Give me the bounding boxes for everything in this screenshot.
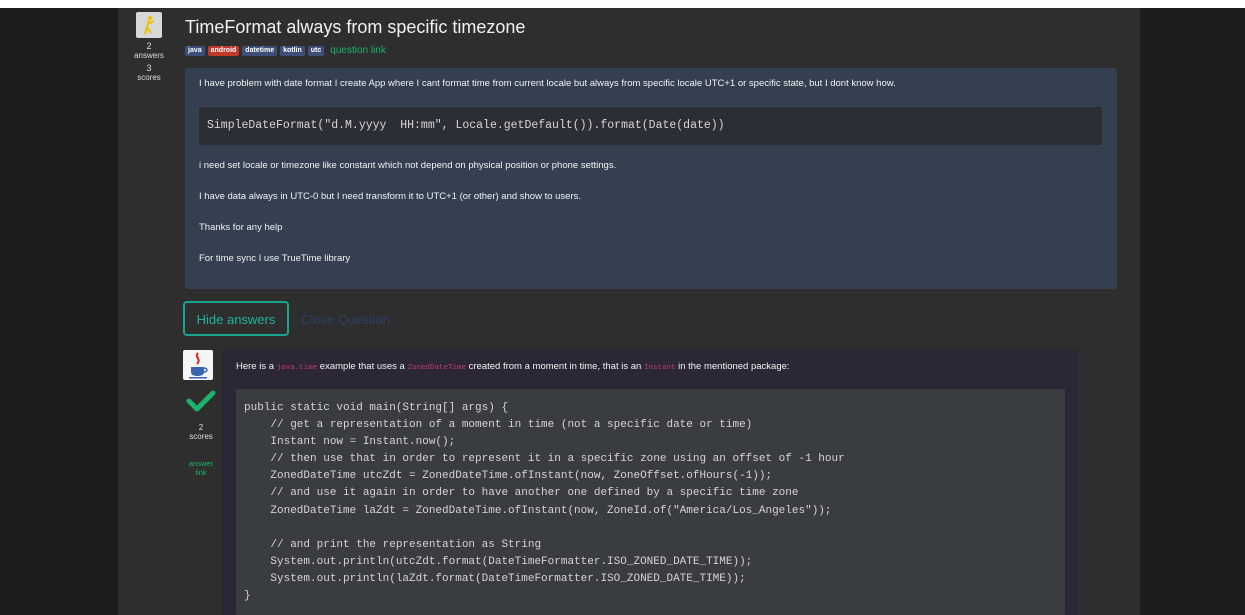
question-paragraph: Thanks for any help — [199, 222, 283, 233]
question-code: SimpleDateFormat("d.M.yyyy HH:mm", Local… — [207, 119, 725, 132]
close-question-button[interactable]: Close Question — [301, 312, 390, 327]
answer-link[interactable]: answer link — [183, 459, 219, 477]
answer-code-block: public static void main(String[] args) {… — [236, 389, 1065, 615]
tag-java[interactable]: java — [185, 45, 205, 56]
checkmark-icon — [183, 390, 219, 417]
tag-datetime[interactable]: datetime — [242, 45, 278, 56]
java-logo-icon[interactable] — [183, 350, 213, 380]
tag-list: java android datetime kotlin utc questio… — [185, 45, 386, 56]
question-body: I have problem with date format I create… — [185, 68, 1117, 289]
tag-utc[interactable]: utc — [307, 45, 325, 56]
inline-code: Instant — [643, 364, 676, 372]
browser-top-strip — [0, 0, 1245, 8]
question-title[interactable]: TimeFormat always from specific timezone — [185, 17, 525, 38]
question-paragraph: For time sync I use TrueTime library — [199, 253, 351, 264]
answers-count: 2 answers — [134, 41, 164, 61]
answer-body: Here is a java.time example that uses a … — [222, 349, 1078, 615]
inline-code: ZonedDateTime — [407, 364, 466, 372]
answer-sidebar: 2 scores answer link — [183, 350, 219, 477]
question-paragraph: I have problem with date format I create… — [199, 78, 896, 89]
answer-code: public static void main(String[] args) {… — [244, 402, 845, 603]
right-gutter — [1140, 8, 1245, 615]
person-figure-icon — [144, 16, 155, 35]
tag-android[interactable]: android — [207, 45, 240, 56]
question-paragraph: i need set locale or timezone like const… — [199, 160, 617, 171]
answer-scores: 2 scores — [189, 423, 213, 441]
user-avatar-icon[interactable] — [136, 12, 162, 38]
question-link[interactable]: question link — [330, 45, 386, 56]
java-cup-icon — [189, 352, 208, 379]
question-code-block: SimpleDateFormat("d.M.yyyy HH:mm", Local… — [199, 107, 1102, 145]
hide-answers-button[interactable]: Hide answers — [183, 301, 289, 336]
answer-intro: Here is a java.time example that uses a … — [236, 361, 790, 372]
inline-code: java.time — [276, 364, 318, 372]
left-gutter — [0, 8, 118, 615]
question-sidebar: 2 answers 3 scores — [128, 12, 170, 82]
scores-count: 3 scores — [137, 63, 161, 83]
question-paragraph: I have data always in UTC-0 but I need t… — [199, 191, 582, 202]
tag-kotlin[interactable]: kotlin — [280, 45, 305, 56]
